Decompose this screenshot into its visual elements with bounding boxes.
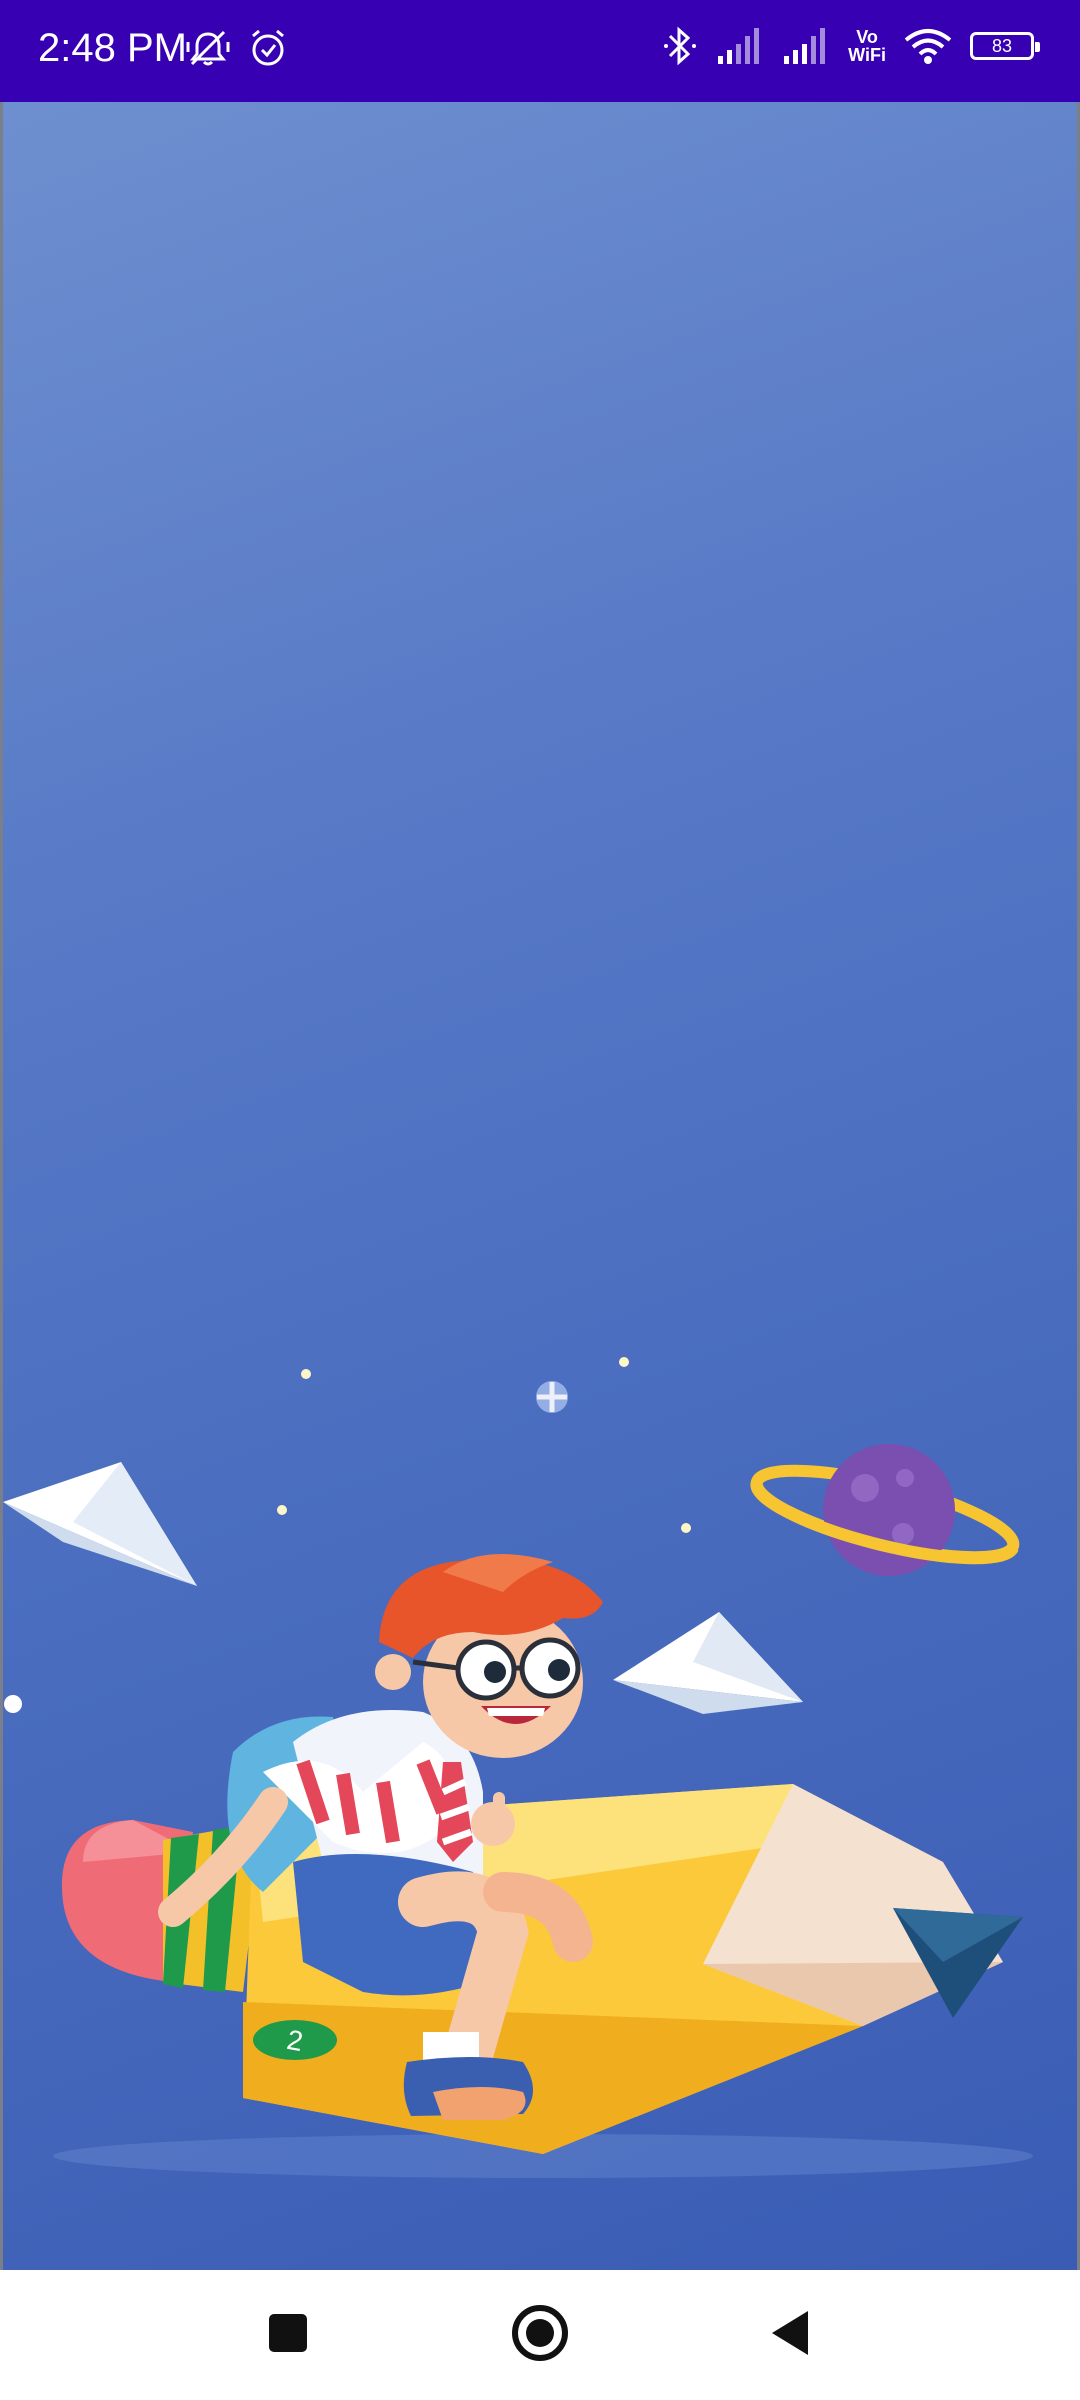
star-dot bbox=[301, 1369, 311, 1379]
battery-level: 83 bbox=[991, 35, 1013, 56]
star-dot bbox=[277, 1505, 287, 1515]
pencil-rocket: 2 bbox=[61, 1784, 1023, 2154]
home-button[interactable] bbox=[470, 2270, 610, 2400]
planet-illustration bbox=[750, 1444, 1020, 1576]
home-icon bbox=[510, 2303, 570, 2368]
signal-icon bbox=[716, 26, 764, 66]
status-left-icons bbox=[186, 28, 288, 68]
back-icon bbox=[768, 2308, 812, 2363]
back-button[interactable] bbox=[720, 2270, 860, 2400]
recents-button[interactable] bbox=[218, 2270, 358, 2400]
star-dot bbox=[4, 1695, 22, 1713]
boy-riding-pencil-illustration: 2 bbox=[3, 1357, 1033, 2178]
alarm-icon bbox=[248, 28, 288, 68]
paper-plane-left bbox=[3, 1462, 197, 1586]
sparkle-icon bbox=[536, 1381, 568, 1413]
star-dot bbox=[619, 1357, 629, 1367]
navigation-bar bbox=[0, 2270, 1080, 2400]
paper-plane-right bbox=[613, 1612, 803, 1714]
vowifi-bottom-label: WiFi bbox=[848, 45, 886, 65]
status-time: 2:48 PM bbox=[38, 26, 187, 70]
bluetooth-icon bbox=[662, 24, 698, 68]
wifi-icon bbox=[904, 26, 952, 66]
battery-icon: 83 bbox=[970, 32, 1040, 60]
vowifi-top-label: Vo bbox=[856, 27, 878, 47]
signal-icon bbox=[782, 26, 830, 66]
star-dot bbox=[681, 1523, 691, 1533]
vowifi-icon: Vo WiFi bbox=[848, 28, 886, 64]
status-right-icons: Vo WiFi 83 bbox=[662, 24, 1040, 68]
recents-icon bbox=[266, 2311, 310, 2360]
splash-screen: 2 bbox=[0, 102, 1080, 2270]
silent-mode-icon bbox=[186, 28, 230, 68]
status-bar: 2:48 PM Vo WiFi 83 bbox=[0, 0, 1080, 102]
